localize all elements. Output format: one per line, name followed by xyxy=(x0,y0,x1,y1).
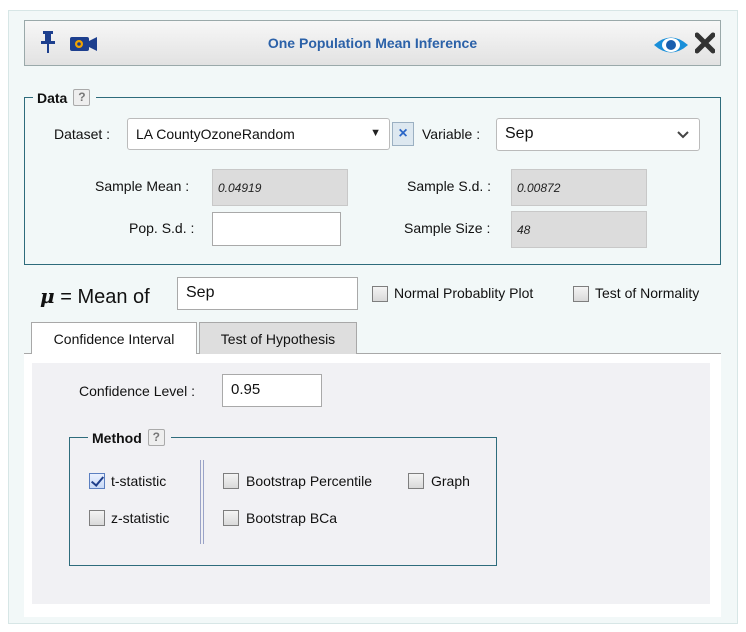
data-help-button[interactable]: ? xyxy=(73,89,91,106)
z-statistic-label: z-statistic xyxy=(111,510,170,526)
variable-value: Sep xyxy=(505,125,534,142)
normal-probability-plot-label: Normal Probablity Plot xyxy=(394,285,534,301)
data-legend: Data ? xyxy=(33,89,96,106)
t-statistic-checkbox[interactable] xyxy=(89,473,105,489)
chevron-down-icon xyxy=(677,131,689,139)
close-icon[interactable] xyxy=(695,32,715,54)
sample-mean-label: Sample Mean : xyxy=(95,178,190,194)
title-bar: One Population Mean Inference xyxy=(24,20,721,66)
confidence-level-label: Confidence Level : xyxy=(79,383,195,399)
bootstrap-percentile-label: Bootstrap Percentile xyxy=(246,473,373,489)
mean-of-input[interactable]: Sep xyxy=(177,277,358,310)
method-legend: Method ? xyxy=(88,429,171,446)
chevron-down-icon: ▼ xyxy=(370,127,381,139)
z-statistic-checkbox[interactable] xyxy=(89,510,105,526)
dataset-value: LA CountyOzoneRandom xyxy=(136,126,295,142)
clear-dataset-button[interactable]: × xyxy=(392,122,414,146)
graph-label: Graph xyxy=(431,473,470,489)
bootstrap-percentile-checkbox[interactable] xyxy=(223,473,239,489)
method-fieldset: Method ? xyxy=(69,429,497,566)
variable-label: Variable : xyxy=(422,126,481,142)
method-help-button[interactable]: ? xyxy=(147,429,165,446)
window-title: One Population Mean Inference xyxy=(267,35,478,51)
eye-icon[interactable] xyxy=(653,34,689,56)
dataset-label: Dataset : xyxy=(54,126,111,142)
pop-sd-input[interactable] xyxy=(212,212,341,246)
sample-sd-label: Sample S.d. : xyxy=(407,178,492,194)
sample-sd-value: 0.00872 xyxy=(511,169,647,206)
mean-of-label: μ = Mean of xyxy=(40,284,150,309)
method-divider xyxy=(200,460,204,544)
sample-size-label: Sample Size : xyxy=(404,220,491,236)
tab-test-of-hypothesis[interactable]: Test of Hypothesis xyxy=(199,322,357,354)
data-legend-text: Data xyxy=(37,89,68,106)
method-legend-text: Method xyxy=(92,429,142,446)
tab-confidence-interval[interactable]: Confidence Interval xyxy=(31,322,197,354)
bootstrap-bca-label: Bootstrap BCa xyxy=(246,510,338,526)
test-of-normality-label: Test of Normality xyxy=(595,285,700,301)
confidence-level-input[interactable]: 0.95 xyxy=(222,374,322,407)
bootstrap-bca-checkbox[interactable] xyxy=(223,510,239,526)
mu-symbol: μ xyxy=(40,284,55,308)
variable-select[interactable]: Sep xyxy=(496,118,700,151)
pop-sd-label: Pop. S.d. : xyxy=(129,220,195,236)
sample-mean-value: 0.04919 xyxy=(212,169,348,206)
normal-probability-plot-checkbox[interactable] xyxy=(372,286,388,302)
t-statistic-label: t-statistic xyxy=(111,473,167,489)
graph-checkbox[interactable] xyxy=(408,473,424,489)
mean-of-text: = Mean of xyxy=(60,286,150,308)
dataset-select[interactable]: LA CountyOzoneRandom ▼ xyxy=(127,118,390,150)
test-of-normality-checkbox[interactable] xyxy=(573,286,589,302)
sample-size-value: 48 xyxy=(511,211,647,248)
